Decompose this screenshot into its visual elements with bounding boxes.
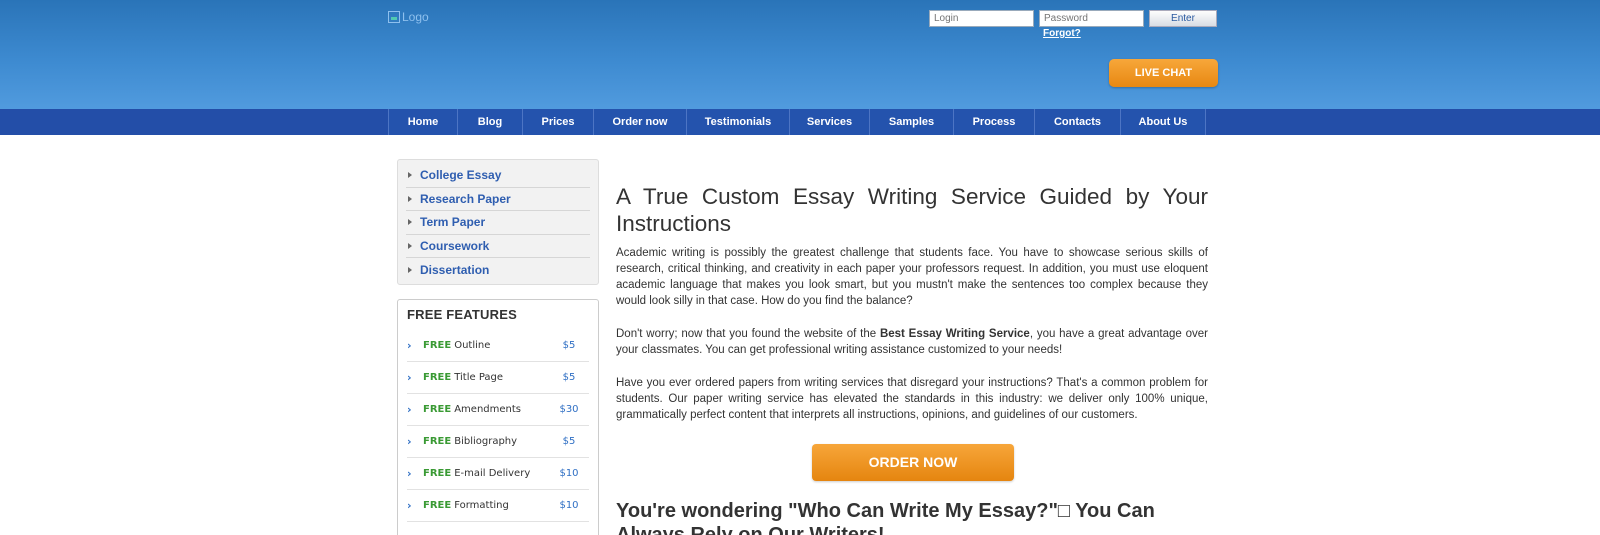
chevron-right-icon: › [407, 339, 412, 352]
triangle-right-icon [408, 219, 412, 226]
page-title: A True Custom Essay Writing Service Guid… [616, 184, 1208, 236]
feature-price: $5 [562, 436, 576, 447]
feature-name: Outline [454, 340, 491, 351]
login-input[interactable] [929, 10, 1034, 27]
feature-row: › FREE Amendments $30 [407, 394, 589, 426]
intro-paragraph: Academic writing is possibly the greates… [616, 247, 1208, 307]
free-label: FREE [423, 404, 452, 415]
feature-row: › FREE Title Page $5 [407, 362, 589, 394]
forgot-password-link[interactable]: Forgot? [1043, 28, 1081, 39]
category-label: Dissertation [420, 263, 490, 278]
feature-row: › FREE Bibliography $5 [407, 426, 589, 458]
triangle-right-icon [408, 267, 412, 274]
chevron-right-icon: › [407, 435, 412, 448]
logo-alt-text: Logo [402, 10, 429, 24]
free-label: FREE [423, 340, 452, 351]
nav-item-contacts[interactable]: Contacts [1035, 109, 1121, 135]
feature-name: Amendments [454, 404, 521, 415]
category-item-research-paper[interactable]: Research Paper [406, 188, 590, 212]
order-now-button[interactable]: ORDER NOW [812, 444, 1014, 481]
nav-item-order-now[interactable]: Order now [594, 109, 687, 135]
category-item-dissertation[interactable]: Dissertation [406, 258, 590, 282]
triangle-right-icon [408, 172, 412, 179]
site-header: Logo Enter Forgot? LIVE CHAT [0, 0, 1600, 109]
service-name-bold: Best Essay Writing Service [879, 328, 1030, 340]
category-item-college-essay[interactable]: College Essay [406, 164, 590, 188]
main-nav: Home Blog Prices Order now Testimonials … [0, 109, 1600, 135]
nav-item-testimonials[interactable]: Testimonials [687, 109, 790, 135]
chevron-right-icon: › [407, 403, 412, 416]
feature-price: $5 [562, 340, 576, 351]
category-label: Research Paper [420, 191, 511, 206]
feature-row: › FREE Outline $5 [407, 330, 589, 362]
nav-item-process[interactable]: Process [954, 109, 1035, 135]
live-chat-button[interactable]: LIVE CHAT [1109, 59, 1218, 87]
nav-item-prices[interactable]: Prices [523, 109, 594, 135]
chevron-right-icon: › [407, 499, 412, 512]
category-label: Term Paper [420, 215, 486, 230]
chevron-right-icon: › [407, 371, 412, 384]
feature-row: › FREE Formatting $10 [407, 490, 589, 522]
nav-item-blog[interactable]: Blog [458, 109, 523, 135]
feature-name: E-mail Delivery [454, 468, 531, 479]
standards-paragraph: Have you ever ordered papers from writin… [616, 377, 1208, 421]
free-label: FREE [423, 500, 452, 511]
enter-button[interactable]: Enter [1149, 10, 1217, 27]
free-label: FREE [423, 468, 452, 479]
advantage-paragraph: Don't worry; now that you found the webs… [616, 326, 1208, 358]
category-label: College Essay [420, 168, 502, 183]
free-features-box: FREE FEATURES › FREE Outline $5 › FREE Title … [397, 299, 599, 535]
category-item-term-paper[interactable]: Term Paper [406, 211, 590, 235]
section-heading: You're wondering "Who Can Write My Essay… [616, 500, 1155, 535]
feature-row: › FREE E-mail Delivery $10 [407, 458, 589, 490]
features-title: FREE FEATURES [407, 307, 517, 322]
free-label: FREE [423, 372, 452, 383]
password-input[interactable] [1039, 10, 1144, 27]
nav-item-services[interactable]: Services [790, 109, 870, 135]
paragraph-text: Don't worry; now that you found the webs… [616, 328, 880, 340]
feature-name: Formatting [454, 500, 509, 511]
nav-item-about-us[interactable]: About Us [1121, 109, 1206, 135]
site-logo[interactable]: Logo [388, 10, 429, 24]
main-content: A True Custom Essay Writing Service Guid… [616, 183, 1208, 423]
nav-menu: Home Blog Prices Order now Testimonials … [388, 109, 1206, 135]
nav-item-home[interactable]: Home [389, 109, 458, 135]
triangle-right-icon [408, 195, 412, 202]
free-label: FREE [423, 436, 452, 447]
feature-price: $10 [559, 500, 579, 511]
feature-price: $10 [559, 468, 579, 479]
feature-price: $30 [559, 404, 579, 415]
broken-image-icon [388, 11, 400, 23]
feature-name: Title Page [454, 372, 504, 383]
feature-name: Bibliography [454, 436, 518, 447]
category-label: Coursework [420, 239, 490, 254]
category-menu: College Essay Research Paper Term Paper … [397, 159, 599, 285]
nav-item-samples[interactable]: Samples [870, 109, 954, 135]
chevron-right-icon: › [407, 467, 412, 480]
feature-price: $5 [562, 372, 576, 383]
triangle-right-icon [408, 243, 412, 250]
category-item-coursework[interactable]: Coursework [406, 235, 590, 259]
